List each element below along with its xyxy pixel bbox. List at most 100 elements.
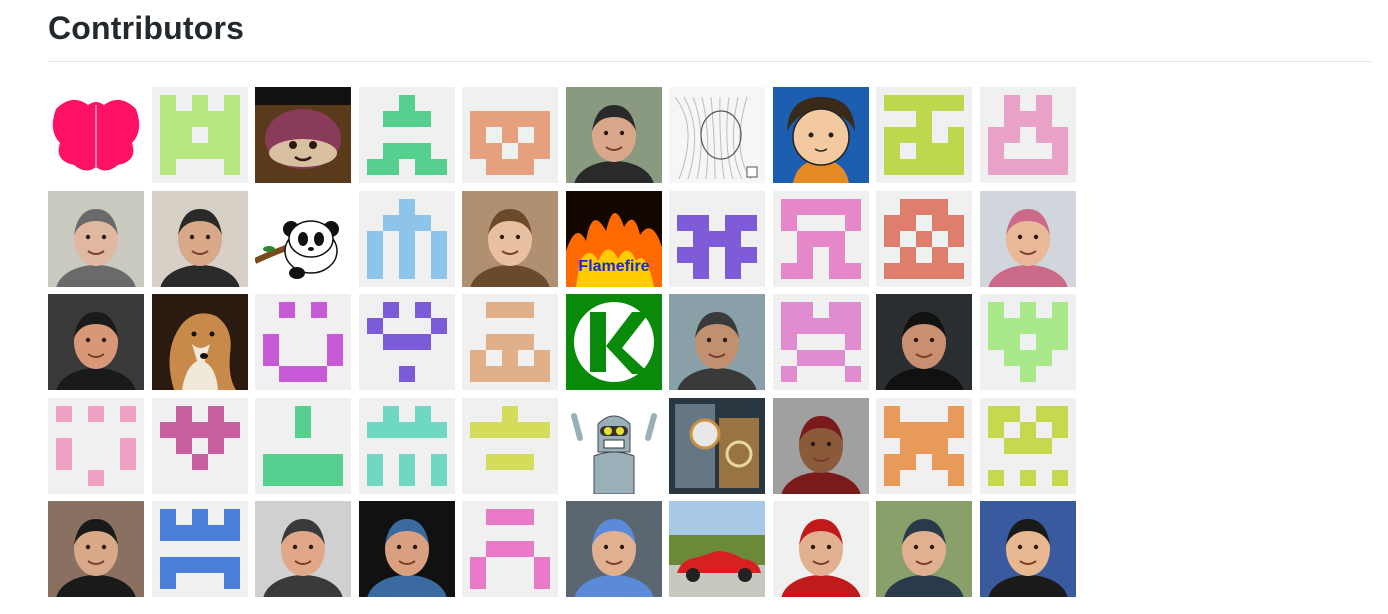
contributor-avatar[interactable] [48, 87, 144, 183]
identicon-image [979, 87, 1076, 183]
contributor-avatar[interactable] [565, 87, 662, 183]
identicon-image [462, 397, 558, 494]
contributor-avatar[interactable] [462, 190, 558, 287]
identicon-image [772, 294, 869, 390]
contributor-avatar[interactable] [979, 87, 1076, 183]
contributor-avatar[interactable] [876, 294, 972, 390]
contributor-avatar[interactable] [565, 501, 662, 597]
contributor-avatar[interactable] [462, 397, 558, 494]
avatar-image: Flamefire [565, 190, 662, 287]
avatar-image [151, 294, 248, 390]
contributor-avatar[interactable] [358, 294, 455, 390]
contributor-avatar[interactable] [979, 501, 1076, 597]
contributor-avatar[interactable] [255, 87, 351, 183]
identicon-image [876, 397, 972, 494]
avatar-image [48, 501, 144, 597]
avatar-image [255, 87, 351, 183]
avatar-image [772, 501, 869, 597]
avatar-image [669, 397, 765, 494]
contributor-avatar[interactable] [876, 501, 972, 597]
avatar-image [48, 190, 144, 287]
contributor-avatar[interactable] [151, 190, 248, 287]
avatar-image [979, 501, 1076, 597]
contributor-avatar[interactable] [48, 190, 144, 287]
contributor-avatar[interactable] [48, 294, 144, 390]
identicon-image [48, 397, 144, 494]
contributor-avatar[interactable] [772, 294, 869, 390]
avatar-image [565, 501, 662, 597]
avatar-image [669, 87, 765, 183]
contributor-avatar[interactable] [979, 190, 1076, 287]
contributor-avatar[interactable] [876, 87, 972, 183]
avatar-image [48, 294, 144, 390]
avatar-image [669, 294, 765, 390]
contributor-avatar[interactable] [255, 397, 351, 494]
identicon-image [669, 190, 765, 287]
identicon-image [876, 87, 972, 183]
contributor-avatar[interactable] [151, 87, 248, 183]
contributor-avatar[interactable] [255, 501, 351, 597]
avatar-image [876, 501, 972, 597]
contributor-avatar[interactable] [462, 294, 558, 390]
contributor-avatar[interactable] [772, 501, 869, 597]
contributor-avatar[interactable] [565, 397, 662, 494]
contributor-avatar[interactable] [772, 190, 869, 287]
contributor-avatar[interactable] [876, 190, 972, 287]
avatar-image [876, 294, 972, 390]
identicon-image [151, 397, 248, 494]
contributors-section: Contributors Flamefire [0, 0, 1388, 614]
contributor-avatar[interactable] [669, 190, 765, 287]
identicon-image [151, 87, 248, 183]
identicon-image [255, 397, 351, 494]
identicon-image [255, 294, 351, 390]
contributor-avatar[interactable] [772, 397, 869, 494]
identicon-image [462, 501, 558, 597]
avatar-image [772, 87, 869, 183]
contributor-avatar[interactable] [358, 397, 455, 494]
section-title: Contributors [48, 10, 245, 46]
identicon-image [151, 501, 248, 597]
contributor-avatar[interactable] [48, 397, 144, 494]
contributor-avatar[interactable] [151, 294, 248, 390]
contributor-avatar[interactable] [358, 190, 455, 287]
contributor-avatar[interactable] [979, 397, 1076, 494]
avatar-image [358, 501, 455, 597]
contributor-avatar[interactable] [48, 501, 144, 597]
contributor-avatar[interactable] [462, 87, 558, 183]
contributor-avatar[interactable] [669, 87, 765, 183]
identicon-image [772, 190, 869, 287]
avatar-image [462, 190, 558, 287]
contributor-avatar[interactable] [151, 501, 248, 597]
avatar-image [565, 397, 662, 494]
contributor-avatar[interactable] [669, 397, 765, 494]
svg-text:Flamefire: Flamefire [578, 258, 649, 275]
avatar-image [48, 87, 144, 183]
contributor-avatar[interactable] [358, 87, 455, 183]
avatar-image [255, 190, 351, 287]
contributor-avatar[interactable]: Flamefire [565, 190, 662, 287]
avatar-image [565, 294, 662, 390]
avatar-image [669, 501, 765, 597]
contributor-avatar[interactable] [979, 294, 1076, 390]
contributor-avatar[interactable] [772, 87, 869, 183]
contributor-avatar[interactable] [255, 190, 351, 287]
contributor-avatar[interactable] [565, 294, 662, 390]
contributor-avatar[interactable] [462, 501, 558, 597]
identicon-image [876, 190, 972, 287]
identicon-image [462, 294, 558, 390]
contributor-avatar[interactable] [669, 294, 765, 390]
contributor-avatar[interactable] [358, 501, 455, 597]
identicon-image [358, 87, 455, 183]
contributor-avatar[interactable] [151, 397, 248, 494]
contributor-avatar[interactable] [669, 501, 765, 597]
avatar-image [772, 397, 869, 494]
contributor-avatar[interactable] [876, 397, 972, 494]
identicon-image [979, 397, 1076, 494]
identicon-image [358, 294, 455, 390]
avatar-image [255, 501, 351, 597]
avatar-image [979, 190, 1076, 287]
contributor-avatar[interactable] [255, 294, 351, 390]
identicon-image [979, 294, 1076, 390]
identicon-image [462, 87, 558, 183]
contributor-grid: Flamefire [48, 87, 1078, 597]
